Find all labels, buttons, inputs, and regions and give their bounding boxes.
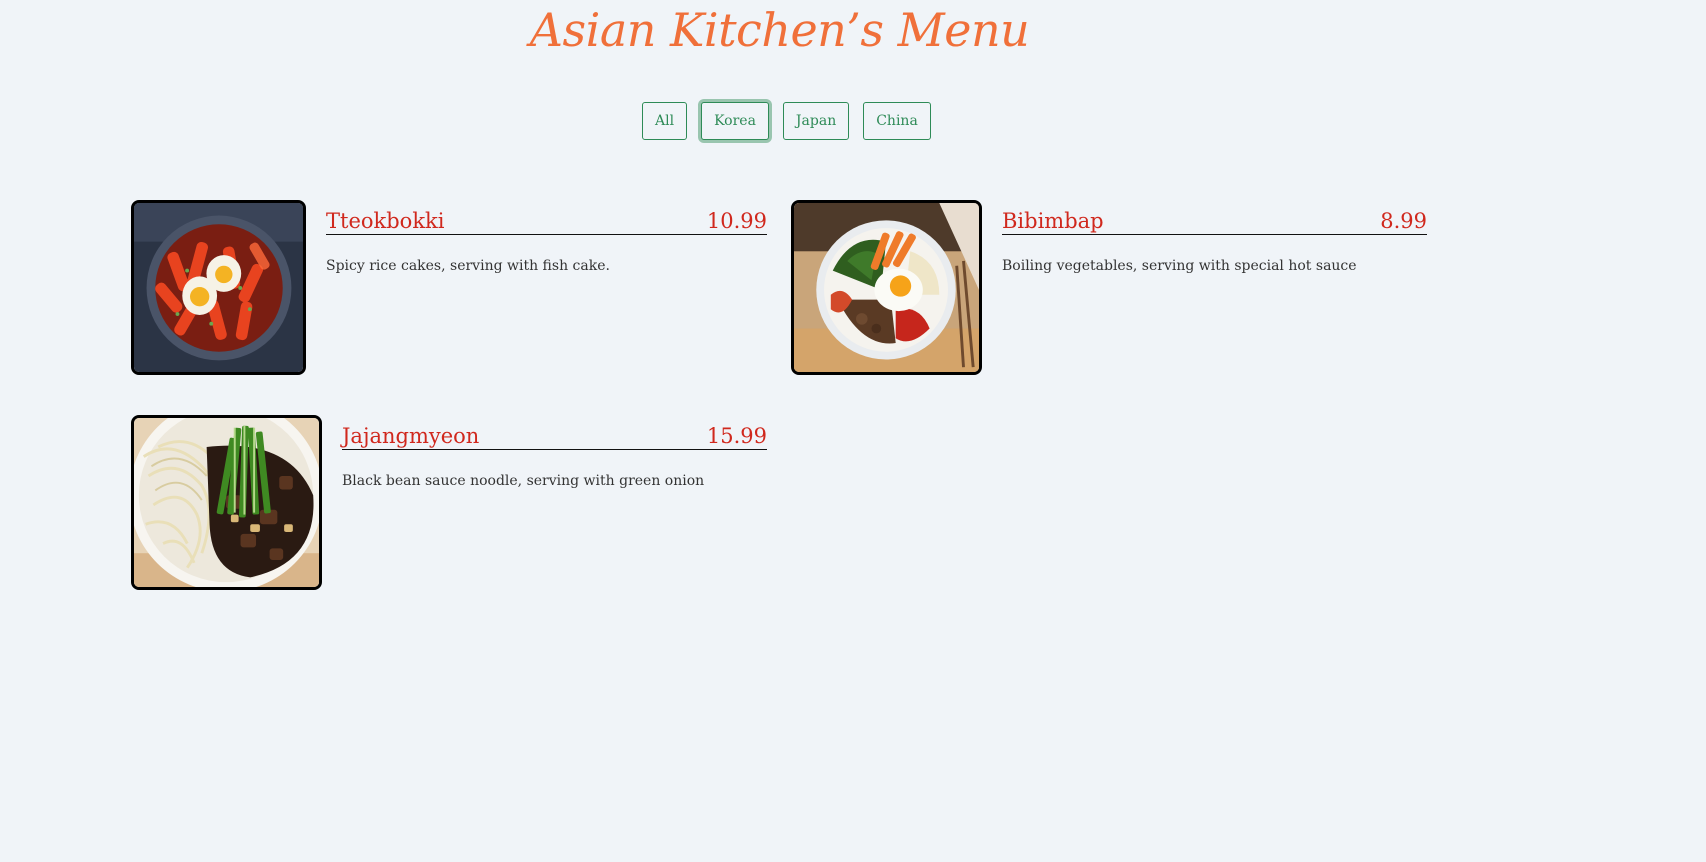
- item-header: Jajangmyeon 15.99: [342, 415, 767, 450]
- filter-china-button[interactable]: China: [863, 102, 931, 140]
- item-info: Jajangmyeon 15.99 Black bean sauce noodl…: [342, 415, 767, 490]
- item-name: Bibimbap: [1002, 209, 1104, 233]
- bibimbap-photo-icon: [791, 200, 982, 375]
- jajangmyeon-photo-icon: [131, 415, 322, 590]
- item-price: 8.99: [1380, 209, 1427, 233]
- item-header: Bibimbap 8.99: [1002, 200, 1427, 235]
- item-info: Tteokbokki 10.99 Spicy rice cakes, servi…: [326, 200, 767, 275]
- item-name: Tteokbokki: [326, 209, 445, 233]
- item-price: 10.99: [706, 209, 767, 233]
- filter-all-button[interactable]: All: [642, 102, 688, 140]
- item-description: Spicy rice cakes, serving with fish cake…: [326, 258, 610, 274]
- menu-item-bibimbap: Bibimbap 8.99 Boiling vegetables, servin…: [791, 200, 1427, 376]
- item-price: 15.99: [706, 424, 767, 448]
- item-info: Bibimbap 8.99 Boiling vegetables, servin…: [1002, 200, 1427, 275]
- item-description: Black bean sauce noodle, serving with gr…: [342, 473, 705, 489]
- filter-japan-button[interactable]: Japan: [782, 102, 850, 140]
- page-title: Asian Kitchen’s Menu: [529, 3, 1030, 57]
- menu-item-jajangmyeon: Jajangmyeon 15.99 Black bean sauce noodl…: [131, 415, 767, 591]
- category-filter-bar: All Korea Japan China: [642, 102, 931, 140]
- menu-item-tteokbokki: Tteokbokki 10.99 Spicy rice cakes, servi…: [131, 200, 767, 376]
- tteokbokki-photo-icon: [131, 200, 306, 375]
- item-description: Boiling vegetables, serving with special…: [1002, 258, 1357, 274]
- item-header: Tteokbokki 10.99: [326, 200, 767, 235]
- item-name: Jajangmyeon: [342, 424, 480, 448]
- filter-korea-button[interactable]: Korea: [701, 102, 769, 140]
